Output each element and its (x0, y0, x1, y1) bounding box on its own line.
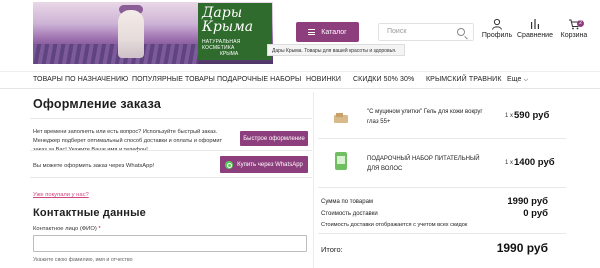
divider (318, 187, 566, 188)
compare-icon (517, 18, 553, 32)
total-value: 1990 руб (496, 241, 548, 255)
divider (30, 177, 312, 178)
divider (30, 118, 312, 119)
contact-section-title: Контактные данные (33, 207, 146, 219)
search-input[interactable]: Поиск (378, 23, 474, 41)
already-bought-link[interactable]: Уже покупали у нас? (33, 192, 89, 198)
fio-label: Контактное лицо (ФИО) * (33, 226, 101, 232)
cart-count-badge: 2 (577, 20, 584, 27)
whatsapp-icon (225, 160, 234, 169)
fio-label-text: Контактное лицо (ФИО) (33, 226, 97, 232)
search-icon[interactable] (457, 28, 465, 36)
compare-label: Сравнение (517, 32, 553, 39)
menu-icon (308, 29, 316, 35)
divider (318, 233, 566, 234)
user-icon (479, 18, 515, 32)
compare-link[interactable]: Сравнение (517, 18, 553, 39)
fio-input[interactable] (33, 235, 307, 252)
fio-hint: Укажите свою фамилию, имя и отчество (33, 257, 133, 263)
nav-item-more[interactable]: Еще ⌵ (507, 76, 528, 84)
cart-link[interactable]: 2 Корзина (556, 18, 592, 39)
divider (318, 138, 566, 139)
whatsapp-text: Вы можете оформить заказ через WhatsApp! (33, 163, 155, 169)
cart-item-price: 1400 руб (514, 157, 555, 168)
delivery-value: 0 руб (523, 208, 548, 219)
page-title: Оформление заказа (33, 97, 161, 111)
required-mark: * (98, 226, 101, 232)
brand-line1: Дары (202, 5, 243, 21)
cart-icon (556, 18, 592, 32)
chevron-down-icon: ⌵ (523, 77, 529, 83)
nav-item-purpose[interactable]: ТОВАРЫ ПО НАЗНАЧЕНИЮ (33, 76, 128, 83)
nav-item-new[interactable]: НОВИНКИ (306, 76, 341, 83)
divider (30, 150, 312, 151)
cart-item-name[interactable]: "С муцином улитки" Гель для кожи вокруг … (367, 107, 495, 127)
profile-label: Профиль (481, 32, 513, 39)
cart-item-price: 590 руб (514, 110, 550, 121)
delivery-label: Стоимость доставки (321, 211, 378, 217)
cart-label: Корзина (560, 32, 588, 39)
catalog-button[interactable]: Каталог (296, 22, 359, 42)
cart-item-qty: 1 x (505, 160, 514, 166)
sum-value: 1990 руб (507, 196, 548, 207)
brand-logo[interactable]: Дары Крыма НАТУРАЛЬНАЯ КОСМЕТИКА КРЫМА (198, 3, 272, 60)
nav-item-popular[interactable]: ПОПУЛЯРНЫЕ ТОВАРЫ (132, 76, 215, 83)
brand-tooltip: Дары Крыма. Товары для вашей красоты и з… (267, 44, 405, 56)
nav-more-label: Еще (507, 76, 522, 83)
brand-tagline: НАТУРАЛЬНАЯ КОСМЕТИКА (202, 39, 241, 51)
nav-item-herbalist[interactable]: КРЫМСКИЙ ТРАВНИК (426, 76, 502, 83)
profile-link[interactable]: Профиль (479, 18, 515, 39)
product-thumbnail[interactable] (333, 151, 349, 171)
whatsapp-button-label: Купить через WhatsApp (237, 161, 303, 168)
column-divider (313, 92, 314, 268)
sum-label: Сумма по товарам (321, 199, 374, 205)
site-header: Дары Крыма НАТУРАЛЬНАЯ КОСМЕТИКА КРЫМА К… (0, 0, 600, 67)
cart-item-name[interactable]: ПОДАРОЧНЫЙ НАБОР ПИТАТЕЛЬНЫЙ ДЛЯ ВОЛОС (367, 154, 487, 174)
brand-tagline2: КРЫМА (220, 51, 239, 57)
nav-item-gift-sets[interactable]: ПОДАРОЧНЫЕ НАБОРЫ (217, 76, 301, 83)
delivery-note: Стоимость доставки отображается с учетом… (321, 222, 468, 228)
catalog-label: Каталог (321, 28, 347, 36)
cart-item-qty: 1 x (505, 113, 514, 119)
brand-line2: Крыма (202, 19, 254, 35)
girl-figure (118, 10, 144, 58)
search-placeholder: Поиск (387, 28, 407, 35)
product-thumbnail[interactable] (333, 109, 351, 127)
total-label: Итого: (321, 245, 343, 254)
whatsapp-button[interactable]: Купить через WhatsApp (220, 156, 308, 173)
lavender-field (33, 44, 198, 64)
nav-item-sale[interactable]: СКИДКИ 50% 30% (353, 76, 414, 83)
main-nav: ТОВАРЫ ПО НАЗНАЧЕНИЮ ПОПУЛЯРНЫЕ ТОВАРЫ П… (0, 71, 600, 89)
quick-order-button[interactable]: Быстрое оформление (240, 131, 308, 146)
